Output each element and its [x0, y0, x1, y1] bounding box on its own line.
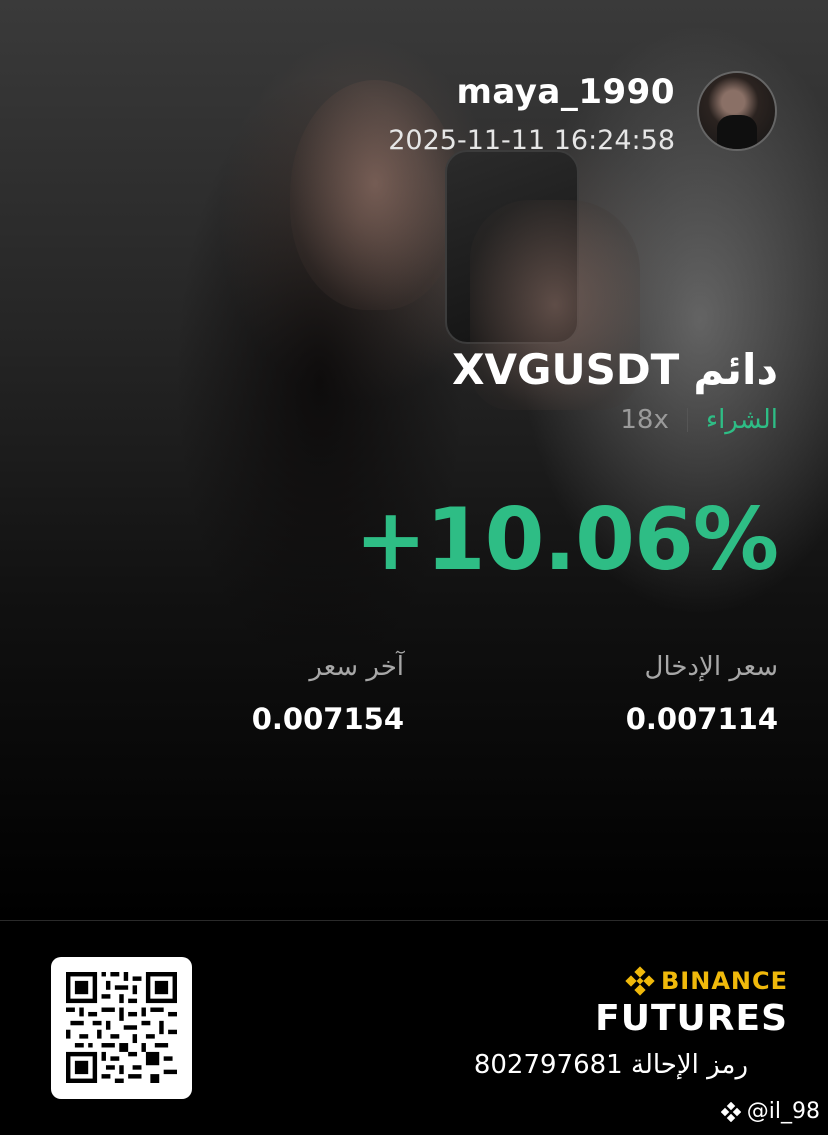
binance-diamond-icon	[625, 966, 655, 996]
qr-code[interactable]	[51, 957, 192, 1099]
contract-type: دائم	[693, 345, 778, 394]
section-divider	[0, 920, 828, 921]
username: maya_1990	[456, 72, 675, 112]
brand-line2: FUTURES	[595, 998, 788, 1039]
entry-price-value: 0.007114	[625, 702, 778, 736]
watermark-text: @il_98	[746, 1099, 820, 1124]
qr-code-pattern	[66, 972, 177, 1083]
referral-code: رمز الإحالة 802797681	[473, 1050, 748, 1080]
last-price-label: آخر سعر	[309, 652, 404, 682]
brand-line1: BINANCE	[661, 967, 788, 995]
watermark: @il_98	[720, 1099, 820, 1124]
meta-divider	[686, 408, 688, 432]
binance-futures-logo: BINANCE FUTURES	[595, 966, 788, 1039]
binance-small-icon	[720, 1101, 741, 1122]
pair-row: XVGUSDT دائم	[452, 345, 778, 394]
trade-side: الشراء	[705, 405, 778, 435]
timestamp: 2025-11-11 16:24:58	[388, 125, 675, 156]
photo-face	[290, 80, 460, 310]
leverage: 18x	[620, 405, 669, 435]
last-price-value: 0.007154	[251, 702, 404, 736]
trade-meta: 18x الشراء	[620, 405, 778, 435]
avatar[interactable]	[697, 71, 777, 151]
pnl-percent: +10.06%	[354, 490, 779, 590]
entry-price-label: سعر الإدخال	[644, 652, 778, 682]
pair-symbol: XVGUSDT	[452, 345, 680, 394]
